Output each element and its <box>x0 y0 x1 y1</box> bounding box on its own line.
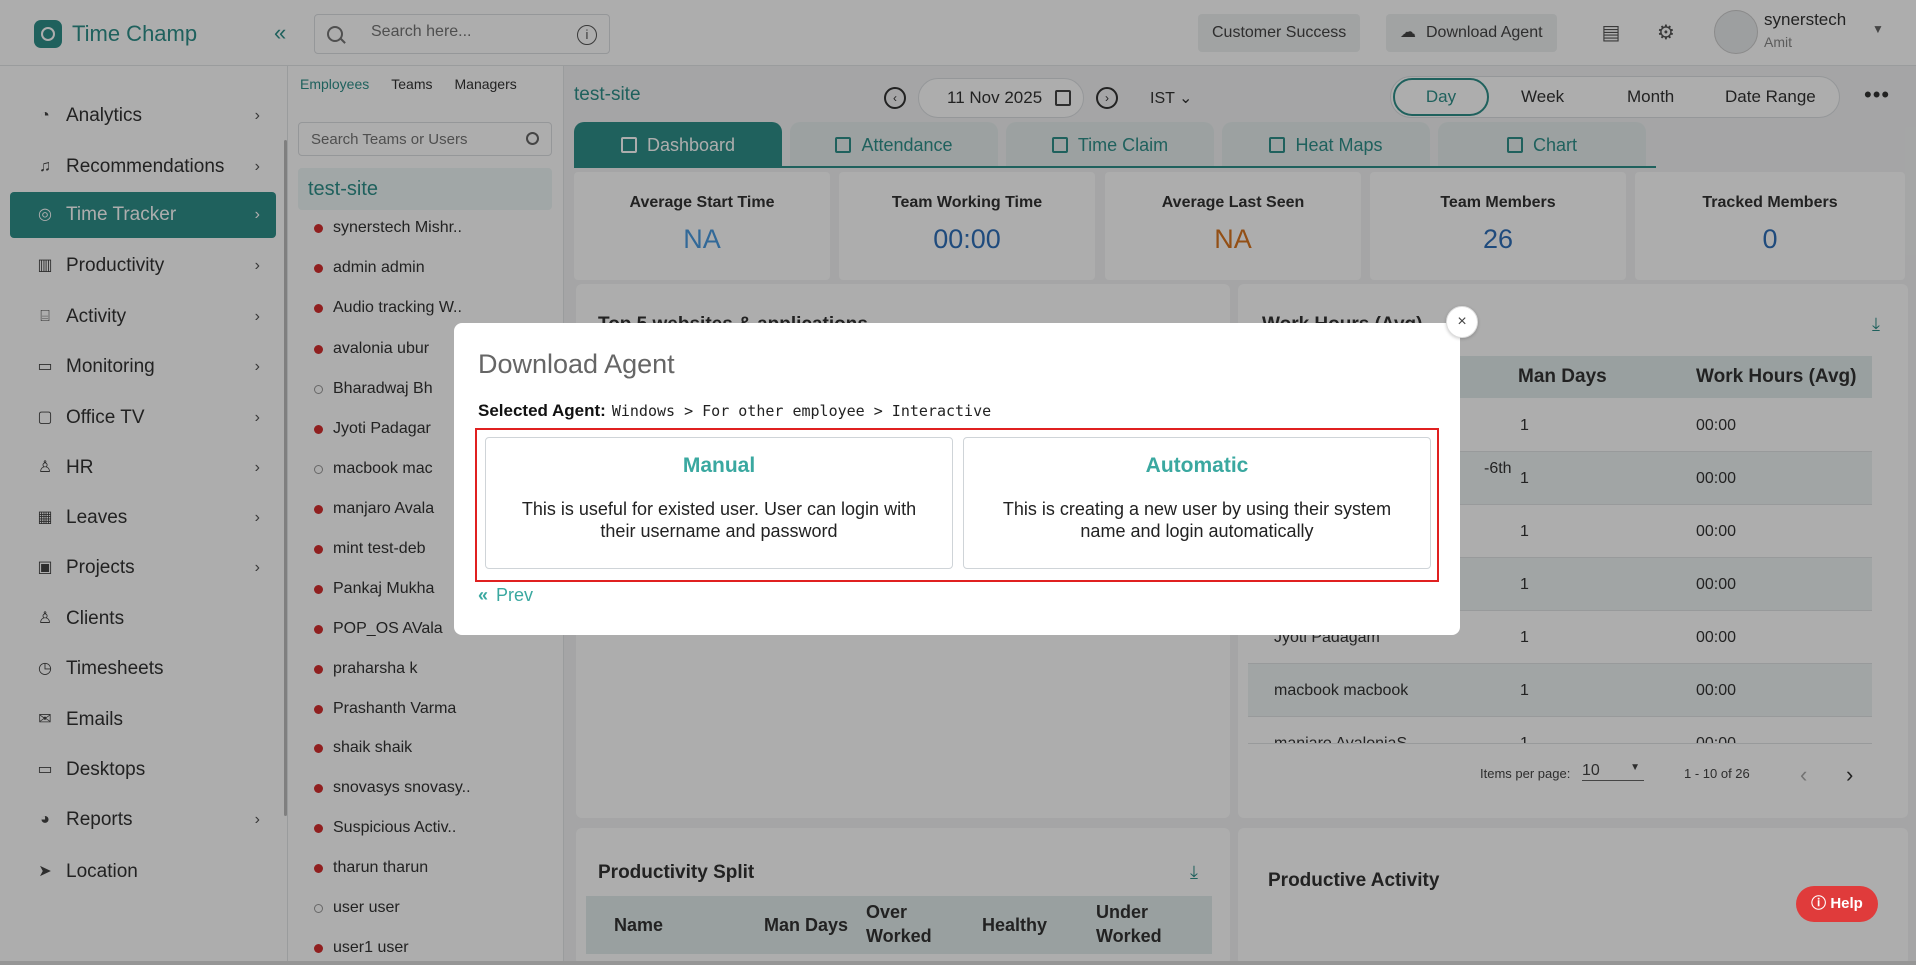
close-icon[interactable]: × <box>1446 306 1478 338</box>
automatic-option-title: Automatic <box>1145 454 1249 477</box>
selected-agent: Selected Agent: Windows > For other emplo… <box>478 401 992 420</box>
manual-option-title: Manual <box>682 454 756 477</box>
prev-button[interactable]: «Prev <box>478 585 533 606</box>
manual-option[interactable]: Manual This is useful for existed user. … <box>485 437 953 569</box>
help-button[interactable]: ⓘ Help <box>1796 886 1878 922</box>
modal-title: Download Agent <box>478 349 675 379</box>
double-chevron-left-icon: « <box>478 585 489 605</box>
download-agent-modal: Download Agent Selected Agent: Windows > … <box>454 323 1460 635</box>
automatic-option[interactable]: Automatic This is creating a new user by… <box>963 437 1431 569</box>
help-icon: ⓘ <box>1811 895 1831 912</box>
automatic-option-desc: This is creating a new user by using the… <box>1002 499 1392 541</box>
manual-option-desc: This is useful for existed user. User ca… <box>521 499 917 541</box>
